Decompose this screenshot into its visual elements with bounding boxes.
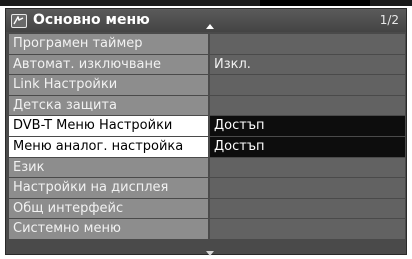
menu-item-value (210, 157, 405, 178)
menu-item-value (210, 75, 405, 95)
menu-item-label: Меню аналог. настройка (9, 136, 208, 157)
chevron-down-icon[interactable] (206, 251, 214, 256)
menu-title: Основно меню (33, 12, 150, 28)
menu-item-auto-off[interactable]: Автомат. изключване Изкл. (9, 54, 405, 75)
menu-item-label: Програмен таймер (9, 34, 208, 54)
menu-item-value (210, 34, 405, 54)
menu-item-value: Достъп (210, 116, 405, 136)
menu-item-value: Изкл. (210, 54, 405, 75)
menu-item-label: Детска защита (9, 95, 208, 116)
menu-item-common-interface[interactable]: Общ интерфейс (9, 198, 405, 219)
menu-item-label: Системно меню (9, 219, 208, 239)
page-indicator: 1/2 (379, 13, 399, 27)
menu-item-display-settings[interactable]: Настройки на дисплея (9, 178, 405, 198)
menu-item-value (210, 219, 405, 239)
cropped-text-fragment (260, 0, 370, 6)
menu-item-analog-setup[interactable]: Меню аналог. настройка Достъп (9, 136, 405, 157)
menu-item-link-settings[interactable]: Link Настройки (9, 75, 405, 95)
menu-item-value (210, 178, 405, 198)
main-menu-panel: Основно меню 1/2 Програмен таймер Автома… (5, 8, 407, 256)
top-edge (0, 0, 412, 6)
menu-item-label: Автомат. изключване (9, 54, 208, 75)
menu-item-value (210, 95, 405, 116)
menu-item-value (210, 198, 405, 219)
menu-list: Програмен таймер Автомат. изключване Изк… (9, 34, 405, 240)
menu-item-system-menu[interactable]: Системно меню (9, 219, 405, 239)
menu-item-label: Език (9, 157, 208, 178)
menu-item-language[interactable]: Език (9, 157, 405, 178)
chevron-up-icon[interactable] (206, 24, 214, 29)
menu-item-label: Настройки на дисплея (9, 178, 208, 198)
menu-item-program-timer[interactable]: Програмен таймер (9, 34, 405, 54)
menu-item-child-lock[interactable]: Детска защита (9, 95, 405, 116)
menu-header: Основно меню 1/2 (6, 9, 406, 32)
settings-menu-icon (11, 14, 27, 28)
menu-item-dvbt-setup[interactable]: DVB-T Меню Настройки Достъп (9, 116, 405, 136)
menu-item-label: DVB-T Меню Настройки (9, 116, 208, 136)
menu-item-label: Общ интерфейс (9, 198, 208, 219)
menu-item-value: Достъп (210, 136, 405, 157)
menu-item-label: Link Настройки (9, 75, 208, 95)
